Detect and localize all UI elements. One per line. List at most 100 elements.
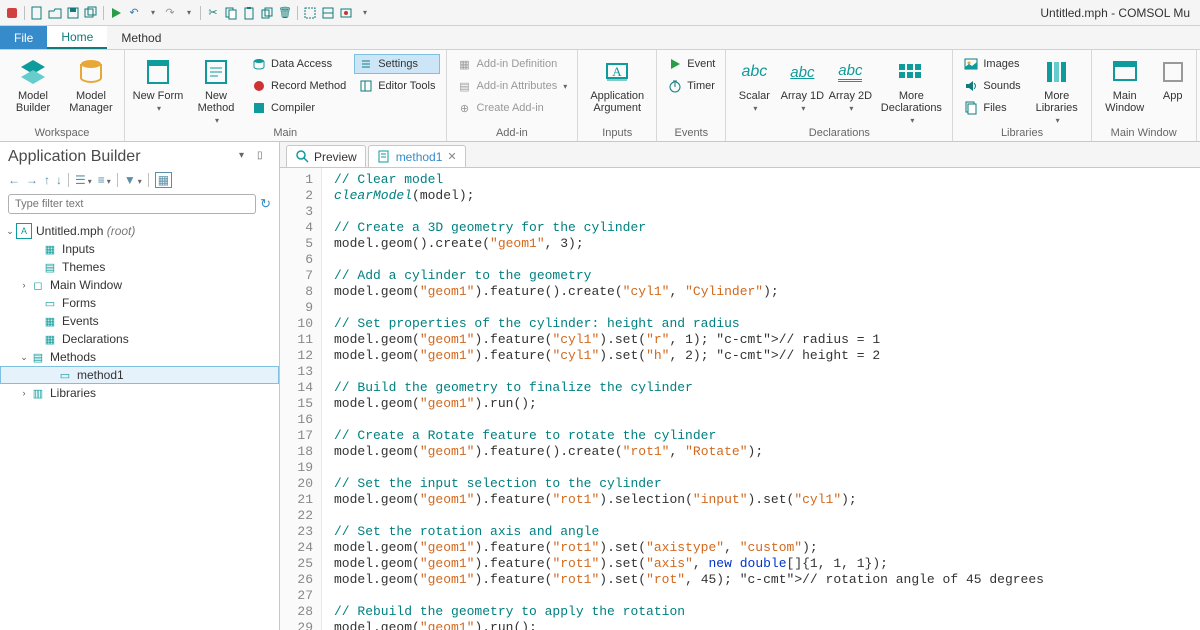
model-manager-button[interactable]: Model Manager [64,52,118,114]
expand-icon[interactable]: › [18,280,30,290]
filter-icon[interactable]: ▼ [124,173,142,187]
editor-area: Preview method1 ✕ 1234567891011121314151… [280,142,1200,630]
collapse-icon[interactable]: ≡ [98,173,111,187]
select-icon[interactable] [320,5,336,21]
more-libraries-button[interactable]: More Libraries [1029,52,1085,125]
app-file-icon: A [16,223,32,239]
tab-method1[interactable]: method1 ✕ [368,145,466,167]
nav-up-icon[interactable]: ↑ [44,173,50,187]
more-qat-dropdown[interactable] [356,5,372,21]
data-access-icon [251,56,267,72]
save-icon[interactable] [65,5,81,21]
create-addin-button[interactable]: ⊕Create Add-in [453,98,572,118]
application-builder-panel: Application Builder ▾ ▯ ← → ↑ ↓ ☰ ≡ ▼ ▦ … [0,142,280,630]
more-declarations-button[interactable]: More Declarations [876,52,946,125]
app-icon [4,5,20,21]
group-inputs: A Application Argument Inputs [578,50,657,141]
editor-tools-icon [358,78,374,94]
tab-method[interactable]: Method [107,26,175,49]
tree-main-window[interactable]: ›◻Main Window [0,276,279,294]
close-tab-icon[interactable]: ✕ [447,150,456,163]
tree-themes[interactable]: ▤Themes [0,258,279,276]
event-button[interactable]: Event [663,54,719,74]
nav-fwd-icon[interactable]: → [26,173,38,187]
images-button[interactable]: Images [959,54,1024,74]
scalar-icon: abc [738,56,770,88]
redo-icon[interactable]: ↷ [162,5,178,21]
redo-dropdown[interactable] [180,5,196,21]
array1d-button[interactable]: abc Array 1D [780,52,824,113]
save-all-icon[interactable] [83,5,99,21]
event-icon [667,56,683,72]
expand-icon[interactable]: ⌄ [4,226,16,237]
cut-icon[interactable]: ✂ [205,5,221,21]
code-lines[interactable]: // Clear model clearModel(model); // Cre… [322,168,1200,630]
find-icon[interactable] [302,5,318,21]
panel-dropdown-icon[interactable]: ▾ [239,150,253,164]
tree-method1[interactable]: ▭method1 [0,366,279,384]
model-builder-button[interactable]: Model Builder [6,52,60,114]
code-editor[interactable]: 1234567891011121314151617181920212223242… [280,168,1200,630]
addin-attr-icon: ▤ [457,78,473,94]
nav-down-icon[interactable]: ↓ [56,173,62,187]
new-method-icon [200,56,232,88]
app-button[interactable]: App [1156,52,1190,102]
title-bar: ↶ ↷ ✂ 🗑 Untitled.mph - COMSOL Mu [0,0,1200,26]
editor-tabs: Preview method1 ✕ [280,142,1200,168]
scalar-button[interactable]: abc Scalar [732,52,776,113]
tab-home[interactable]: Home [47,26,107,49]
record-method-button[interactable]: Record Method [247,76,350,96]
declarations-icon: ▦ [42,331,58,347]
addin-definition-button[interactable]: ▦Add-in Definition [453,54,572,74]
file-tab[interactable]: File [0,26,47,49]
settings-button[interactable]: Settings [354,54,439,74]
show-icon[interactable]: ☰ [75,173,92,187]
undo-dropdown[interactable] [144,5,160,21]
files-button[interactable]: Files [959,98,1024,118]
paste-icon[interactable] [241,5,257,21]
tree-declarations[interactable]: ▦Declarations [0,330,279,348]
editor-tools-button[interactable]: Editor Tools [354,76,439,96]
svg-text:A: A [613,64,623,79]
open-icon[interactable] [47,5,63,21]
new-form-button[interactable]: New Form [131,52,185,113]
expand-icon[interactable]: › [18,388,30,398]
new-method-button[interactable]: New Method [189,52,243,125]
panel-close-icon[interactable]: ▯ [257,150,271,164]
tree-methods[interactable]: ⌄▤Methods [0,348,279,366]
model-builder-icon [17,56,49,88]
tree-forms[interactable]: ▭Forms [0,294,279,312]
expand-icon[interactable]: ⌄ [18,352,30,363]
addin-def-icon: ▦ [457,56,473,72]
filter-input[interactable] [8,194,256,214]
tab-preview[interactable]: Preview [286,145,366,167]
expand-view-icon[interactable]: ▦ [155,172,172,188]
tree-root[interactable]: ⌄ A Untitled.mph (root) [0,222,279,240]
tree-events[interactable]: ▦Events [0,312,279,330]
delete-icon[interactable]: 🗑 [277,5,293,21]
record-toggle-icon[interactable] [338,5,354,21]
copy-icon[interactable] [223,5,239,21]
nav-back-icon[interactable]: ← [8,173,20,187]
refresh-icon[interactable]: ↻ [260,194,271,214]
run-icon[interactable] [108,5,124,21]
main-window-button[interactable]: Main Window [1098,52,1152,114]
timer-button[interactable]: Timer [663,76,719,96]
addin-attributes-button[interactable]: ▤Add-in Attributes [453,76,572,96]
undo-icon[interactable]: ↶ [126,5,142,21]
data-access-button[interactable]: Data Access [247,54,350,74]
method-tab-icon [377,150,391,164]
tree-inputs[interactable]: ▦Inputs [0,240,279,258]
group-libraries: Images Sounds Files More Libraries Libra… [953,50,1091,141]
array2d-button[interactable]: abc Array 2D [828,52,872,113]
panel-title: Application Builder [8,148,235,166]
duplicate-icon[interactable] [259,5,275,21]
application-argument-button[interactable]: A Application Argument [584,52,650,114]
tree-libraries[interactable]: ›▥Libraries [0,384,279,402]
window-icon: ◻ [30,277,46,293]
compiler-button[interactable]: Compiler [247,98,350,118]
sounds-button[interactable]: Sounds [959,76,1024,96]
app-argument-icon: A [601,56,633,88]
ribbon-tabstrip: File Home Method [0,26,1200,50]
new-icon[interactable] [29,5,45,21]
